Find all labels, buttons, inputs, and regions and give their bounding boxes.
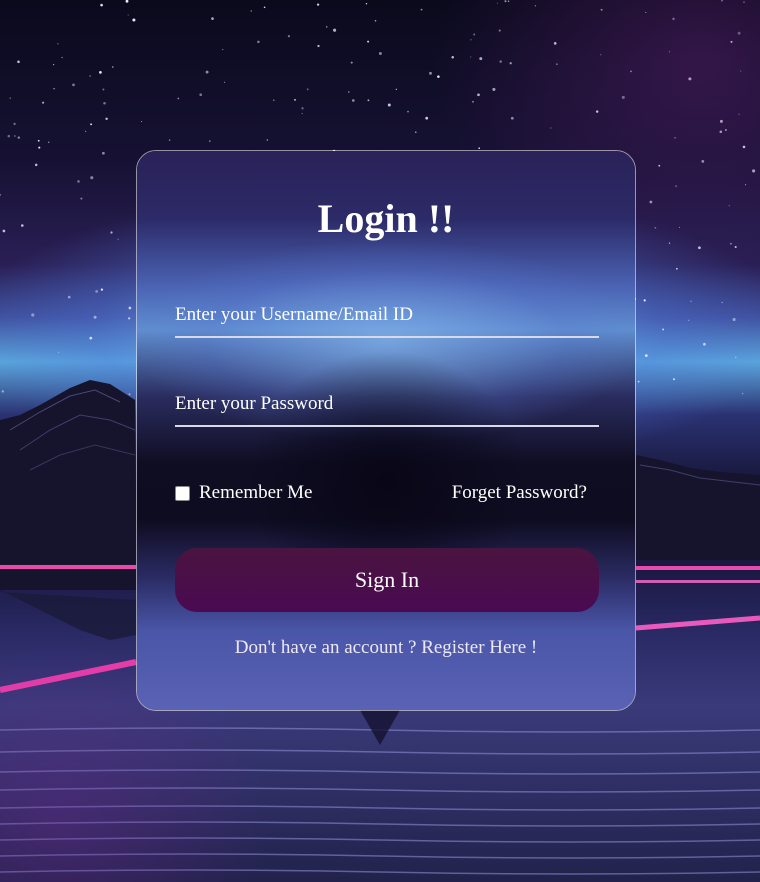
username-field <box>175 294 599 338</box>
login-options: Remember Me Forget Password? <box>175 481 587 505</box>
password-field <box>175 383 599 427</box>
username-input[interactable] <box>175 294 599 336</box>
register-prompt: Don't have an account ? Register Here ! <box>137 637 635 659</box>
forget-password-link[interactable]: Forget Password? <box>452 482 587 504</box>
password-input[interactable] <box>175 383 599 425</box>
remember-me-checkbox[interactable] <box>175 485 190 501</box>
register-link[interactable]: Register Here ! <box>421 637 537 658</box>
register-prompt-text: Don't have an account ? <box>234 637 422 658</box>
remember-me[interactable]: Remember Me <box>175 482 312 504</box>
remember-me-label: Remember Me <box>199 482 313 503</box>
sign-in-button[interactable]: Sign In <box>175 548 599 612</box>
login-title: Login !! <box>317 196 455 241</box>
login-card: Login !! Remember Me Forget Password? Si… <box>136 150 636 711</box>
